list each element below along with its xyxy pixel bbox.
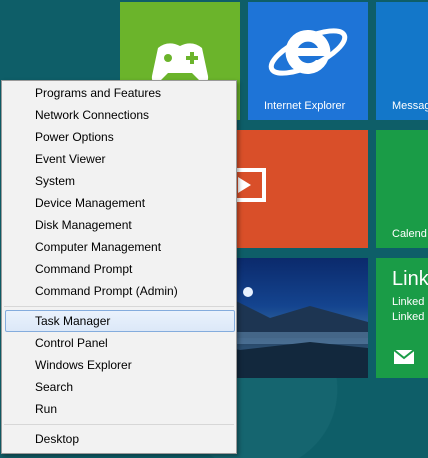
messaging-tile[interactable]: Messag [376,2,428,120]
menu-item-network-connections[interactable]: Network Connections [35,105,149,125]
menu-item-system[interactable]: System [35,171,75,191]
menu-item-desktop[interactable]: Desktop [35,429,79,449]
menu-separator [4,306,234,307]
internet-explorer-tile[interactable]: Internet Explorer [248,2,368,120]
power-user-menu: Programs and Features Network Connection… [1,80,237,454]
menu-item-disk-management[interactable]: Disk Management [35,215,132,235]
menu-item-programs-and-features[interactable]: Programs and Features [35,83,161,103]
menu-item-device-management[interactable]: Device Management [35,193,145,213]
messaging-tile-label: Messag [392,100,428,112]
menu-item-command-prompt[interactable]: Command Prompt [35,259,132,279]
linkedin-tile-line2: Linked [392,311,425,323]
calendar-tile[interactable]: Calend [376,130,428,248]
menu-item-windows-explorer[interactable]: Windows Explorer [35,355,132,375]
menu-item-control-panel[interactable]: Control Panel [35,333,108,353]
linkedin-tile-line1: Linked [392,296,425,308]
menu-item-computer-management[interactable]: Computer Management [35,237,161,257]
linkedin-tile[interactable]: Link Linked Linked [376,258,428,378]
calendar-tile-label: Calend [392,228,427,240]
menu-item-command-prompt-admin[interactable]: Command Prompt (Admin) [35,281,178,301]
linkedin-tile-title: Link [392,268,428,290]
menu-item-search[interactable]: Search [35,377,73,397]
menu-separator [4,424,234,425]
menu-item-run[interactable]: Run [35,399,57,419]
menu-item-task-manager[interactable]: Task Manager [35,311,110,331]
mail-envelope-icon [394,350,414,364]
menu-item-event-viewer[interactable]: Event Viewer [35,149,105,169]
menu-item-power-options[interactable]: Power Options [35,127,114,147]
internet-explorer-tile-label: Internet Explorer [264,100,346,112]
